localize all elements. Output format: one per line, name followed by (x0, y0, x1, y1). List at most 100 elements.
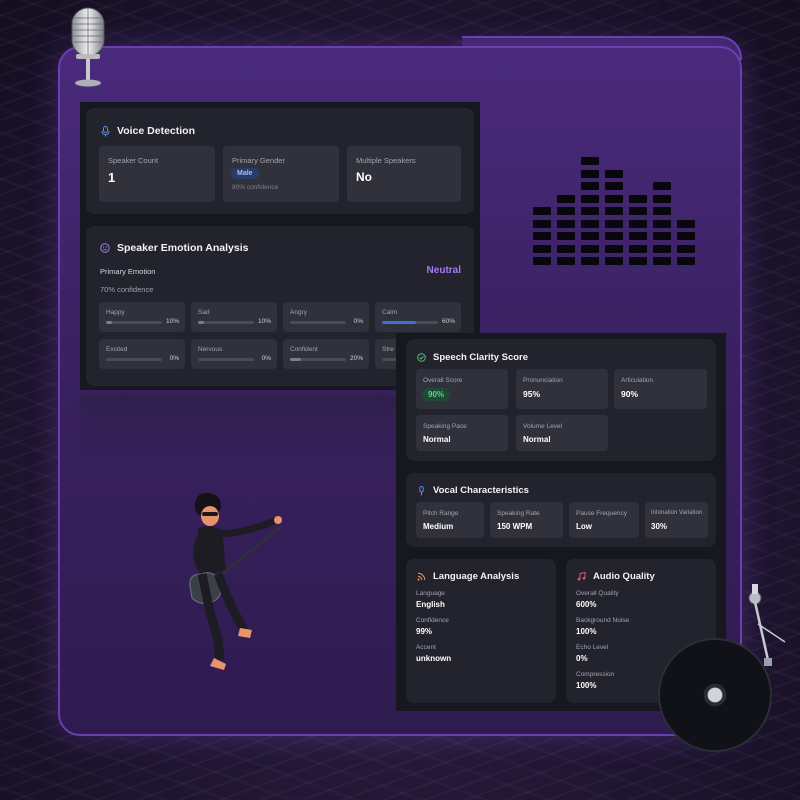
intonation-variation-label: Intonation Variation (651, 510, 703, 516)
equalizer-block (629, 257, 647, 265)
check-circle-icon (416, 353, 426, 363)
language-label: Language (416, 590, 445, 597)
speaker-count-value: 1 (108, 170, 116, 185)
speaking-pace-value: Normal (423, 435, 451, 444)
articulation-label: Articulation (621, 377, 654, 384)
multiple-speakers-label: Multiple Speakers (356, 156, 416, 165)
speaking-pace-tile: Speaking Pace Normal (416, 415, 508, 451)
equalizer-block (557, 207, 575, 215)
equalizer-block (677, 219, 695, 228)
equalizer-block (605, 169, 623, 178)
emotion-label: Excited (106, 346, 128, 353)
equalizer-block (581, 194, 599, 203)
volume-level-label: Volume Level (523, 423, 563, 430)
equalizer-block (533, 244, 551, 253)
emotion-label: Stre (382, 346, 394, 353)
equalizer-block (629, 207, 647, 215)
speech-clarity-card: Speech Clarity Score Overall Score 90% P… (406, 339, 716, 461)
emotion-value: 0% (353, 318, 363, 325)
emotion-bar (290, 358, 346, 361)
equalizer-block (605, 182, 623, 190)
multiple-speakers-value: No (356, 170, 372, 184)
emotion-header: Speaker Emotion Analysis (100, 242, 249, 254)
gender-confidence: 80% confidence (232, 184, 279, 191)
emotion-bar-fill (382, 321, 416, 324)
pronunciation-tile: Pronunciation 95% (516, 369, 608, 409)
equalizer-block (605, 194, 623, 203)
emotion-bar (106, 358, 162, 361)
equalizer-block (605, 244, 623, 253)
emotion-bar-fill (106, 321, 112, 324)
vocal-header: Vocal Characteristics (416, 485, 529, 496)
overall-score-tile: Overall Score 90% (416, 369, 508, 409)
language-header: Language Analysis (416, 571, 519, 582)
guitarist-illustration (189, 492, 283, 670)
overall-score-label: Overall Score (423, 377, 463, 384)
emotion-label: Angry (290, 309, 307, 316)
voice-detection-card: Voice Detection Speaker Count 1 Primary … (86, 108, 474, 214)
language-analysis-card: Language Analysis Language English Confi… (406, 559, 556, 703)
equalizer-block (653, 182, 671, 190)
compression-label: Compression (576, 671, 615, 678)
multiple-speakers-tile: Multiple Speakers No (347, 146, 461, 202)
equalizer-block (677, 232, 695, 240)
background-noise-value: 100% (576, 627, 597, 636)
gender-badge: Male (231, 168, 259, 179)
emotion-bar (106, 321, 162, 324)
equalizer-block (629, 219, 647, 228)
equalizer-block (653, 244, 671, 253)
emotion-label: Calm (382, 309, 398, 316)
speaker-count-label: Speaker Count (108, 156, 159, 165)
echo-level-value: 0% (576, 654, 588, 663)
mic-small-icon (416, 485, 426, 496)
equalizer-block (653, 207, 671, 215)
equalizer-block (629, 194, 647, 203)
equalizer-block (533, 257, 551, 265)
vocal-title: Vocal Characteristics (433, 485, 529, 496)
audio-title: Audio Quality (593, 571, 655, 582)
overall-quality-label: Overall Quality (576, 590, 619, 597)
emotion-tile: Nervous 0% (191, 339, 277, 369)
emotion-bar-fill (198, 321, 204, 324)
speaker-count-tile: Speaker Count 1 (99, 146, 215, 202)
equalizer-block (581, 219, 599, 228)
equalizer-block (533, 232, 551, 240)
equalizer-block (677, 244, 695, 253)
voice-detection-header: Voice Detection (100, 125, 195, 137)
emotion-tile: Happy 10% (99, 302, 185, 332)
equalizer-block (557, 244, 575, 253)
equalizer-block (557, 257, 575, 265)
equalizer-block (557, 219, 575, 228)
emotion-tile: Confident 20% (283, 339, 369, 369)
microphone-illustration (71, 7, 105, 87)
equalizer-block (533, 219, 551, 228)
speaking-pace-label: Speaking Pace (423, 423, 467, 430)
speaking-rate-tile: Speaking Rate 150 WPM (490, 502, 563, 538)
equalizer-block (605, 207, 623, 215)
pause-frequency-label: Pause Frequency (576, 510, 627, 517)
equalizer-block (605, 232, 623, 240)
emotion-tile: Sad 10% (191, 302, 277, 332)
emotion-label: Sad (198, 309, 210, 316)
equalizer-block (557, 232, 575, 240)
equalizer-block (629, 244, 647, 253)
equalizer-block (653, 194, 671, 203)
volume-level-value: Normal (523, 435, 551, 444)
equalizer-block (581, 257, 599, 265)
background-noise-label: Background Noise (576, 617, 630, 624)
emotion-bar (198, 358, 254, 361)
equalizer-block (581, 232, 599, 240)
smiley-icon (100, 243, 110, 253)
emotion-bar (290, 321, 346, 324)
emotion-label: Nervous (198, 346, 223, 353)
articulation-tile: Articulation 90% (614, 369, 707, 409)
primary-emotion-label: Primary Emotion (100, 267, 156, 276)
emotion-value: 20% (349, 355, 363, 362)
pitch-range-tile: Pitch Range Medium (416, 502, 484, 538)
pitch-range-label: Pitch Range (423, 510, 459, 517)
clarity-title: Speech Clarity Score (433, 352, 529, 363)
emotion-tile: Angry 0% (283, 302, 369, 332)
primary-emotion-value: Neutral (426, 265, 461, 276)
pause-frequency-value: Low (576, 522, 592, 531)
equalizer-block (557, 194, 575, 203)
